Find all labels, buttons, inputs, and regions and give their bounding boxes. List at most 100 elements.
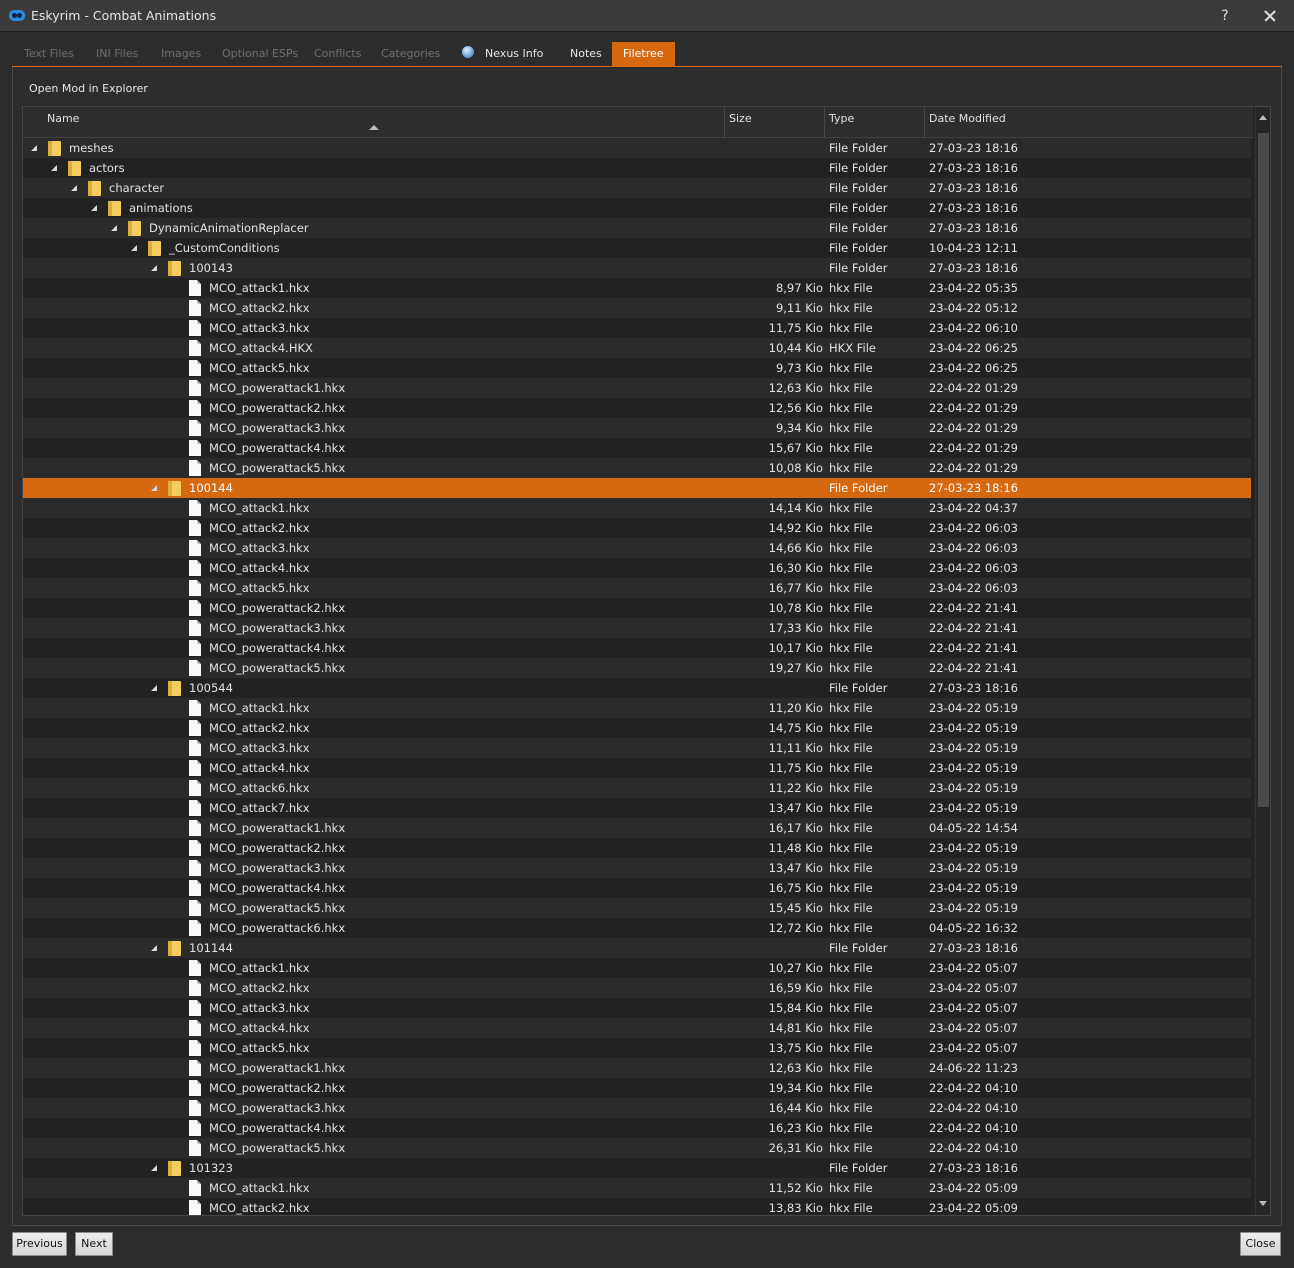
tree-row-file[interactable]: MCO_attack3.hkx 14,66 Kio hkx File 23-04-22… <box>23 538 1251 558</box>
tree-row-name: MCO_attack1.hkx <box>209 281 310 295</box>
tree-row-folder[interactable]: animations File Folder 27-03-23 18:16 <box>23 198 1251 218</box>
expand-arrow-icon[interactable] <box>151 685 157 691</box>
tree-row-folder[interactable]: 100544 File Folder 27-03-23 18:16 <box>23 678 1251 698</box>
tree-row-folder[interactable]: actors File Folder 27-03-23 18:16 <box>23 158 1251 178</box>
tree-row-folder[interactable]: DynamicAnimationReplacer File Folder 27-03… <box>23 218 1251 238</box>
tree-row-file[interactable]: MCO_attack2.hkx 9,11 Kio hkx File 23-04-22 … <box>23 298 1251 318</box>
tree-row-file[interactable]: MCO_attack4.hkx 16,30 Kio hkx File 23-04-22… <box>23 558 1251 578</box>
tree-row-folder[interactable]: meshes File Folder 27-03-23 18:16 <box>23 138 1251 158</box>
close-button[interactable]: Close <box>1240 1232 1281 1256</box>
tree-row-folder[interactable]: _CustomConditions File Folder 10-04-23 12:… <box>23 238 1251 258</box>
column-header-date[interactable]: Date Modified <box>925 107 1253 138</box>
scrollbar-thumb[interactable] <box>1258 133 1269 807</box>
tree-row-file[interactable]: MCO_attack3.hkx 11,75 Kio hkx File 23-04-22… <box>23 318 1251 338</box>
expand-arrow-icon[interactable] <box>151 945 157 951</box>
tree-row-name: MCO_powerattack1.hkx <box>209 381 346 395</box>
tree-row-file[interactable]: MCO_attack5.hkx 16,77 Kio hkx File 23-04-22… <box>23 578 1251 598</box>
next-button[interactable]: Next <box>75 1232 113 1256</box>
tree-row-file[interactable]: MCO_attack4.hkx 11,75 Kio hkx File 23-04-22… <box>23 758 1251 778</box>
tree-row-file[interactable]: MCO_powerattack4.hkx 15,67 Kio hkx File 22-… <box>23 438 1251 458</box>
tree-row-file[interactable]: MCO_attack2.hkx 16,59 Kio hkx File 23-04-22… <box>23 978 1251 998</box>
tree-row-file[interactable]: MCO_attack3.hkx 15,84 Kio hkx File 23-04-22… <box>23 998 1251 1018</box>
tree-row-type: hkx File <box>829 1061 873 1075</box>
file-icon <box>189 760 201 776</box>
tree-row-file[interactable]: MCO_attack2.hkx 14,75 Kio hkx File 23-04-22… <box>23 718 1251 738</box>
tree-row-file[interactable]: MCO_powerattack2.hkx 10,78 Kio hkx File 22-… <box>23 598 1251 618</box>
tree-row-file[interactable]: MCO_attack7.hkx 13,47 Kio hkx File 23-04-22… <box>23 798 1251 818</box>
tree-row-type: hkx File <box>829 661 873 675</box>
tree-row-folder[interactable]: 101323 File Folder 27-03-23 18:16 <box>23 1158 1251 1178</box>
tree-row-name: MCO_attack4.hkx <box>209 761 310 775</box>
tree-row-file[interactable]: MCO_attack1.hkx 11,20 Kio hkx File 23-04-22… <box>23 698 1251 718</box>
expand-arrow-icon[interactable] <box>51 165 57 171</box>
tab-nexus-info[interactable]: Nexus Info <box>451 42 554 66</box>
tree-row-file[interactable]: MCO_powerattack4.hkx 10,17 Kio hkx File 22-… <box>23 638 1251 658</box>
tab-conflicts[interactable]: Conflicts <box>303 42 372 66</box>
tree-row-folder[interactable]: 100144 File Folder 27-03-23 18:16 <box>23 478 1251 498</box>
file-icon <box>189 320 201 336</box>
tree-row-file[interactable]: MCO_powerattack6.hkx 12,72 Kio hkx File 04-… <box>23 918 1251 938</box>
column-header-size[interactable]: Size <box>725 107 825 138</box>
tree-row-file[interactable]: MCO_powerattack1.hkx 12,63 Kio hkx File 24-… <box>23 1058 1251 1078</box>
tree-row-file[interactable]: MCO_powerattack4.hkx 16,75 Kio hkx File 23-… <box>23 878 1251 898</box>
tree-row-file[interactable]: MCO_attack5.hkx 13,75 Kio hkx File 23-04-22… <box>23 1038 1251 1058</box>
expand-arrow-icon[interactable] <box>151 1165 157 1171</box>
tree-row-file[interactable]: MCO_powerattack3.hkx 17,33 Kio hkx File 22-… <box>23 618 1251 638</box>
expand-arrow-icon[interactable] <box>151 485 157 491</box>
tree-row-file[interactable]: MCO_powerattack1.hkx 16,17 Kio hkx File 04-… <box>23 818 1251 838</box>
tree-row-file[interactable]: MCO_powerattack5.hkx 26,31 Kio hkx File 22-… <box>23 1138 1251 1158</box>
tab-filetree[interactable]: Filetree <box>612 42 675 66</box>
tree-row-size: 13,75 Kio <box>768 1041 823 1055</box>
tree-row-file[interactable]: MCO_attack3.hkx 11,11 Kio hkx File 23-04-22… <box>23 738 1251 758</box>
scroll-up-icon[interactable] <box>1259 115 1267 120</box>
tree-row-folder[interactable]: character File Folder 27-03-23 18:16 <box>23 178 1251 198</box>
tree-row-file[interactable]: MCO_powerattack3.hkx 16,44 Kio hkx File 22-… <box>23 1098 1251 1118</box>
tree-row-file[interactable]: MCO_powerattack4.hkx 16,23 Kio hkx File 22-… <box>23 1118 1251 1138</box>
tab-categories[interactable]: Categories <box>370 42 451 66</box>
tab-optional-esps[interactable]: Optional ESPs <box>211 42 309 66</box>
tree-row-file[interactable]: MCO_powerattack3.hkx 9,34 Kio hkx File 22-0… <box>23 418 1251 438</box>
expand-arrow-icon[interactable] <box>151 265 157 271</box>
expand-arrow-icon[interactable] <box>91 205 97 211</box>
previous-button[interactable]: Previous <box>12 1232 67 1256</box>
tree-row-file[interactable]: MCO_powerattack2.hkx 12,56 Kio hkx File 22-… <box>23 398 1251 418</box>
tab-images[interactable]: Images <box>150 42 212 66</box>
tree-row-file[interactable]: MCO_powerattack2.hkx 19,34 Kio hkx File 22-… <box>23 1078 1251 1098</box>
tree-row-name: MCO_powerattack4.hkx <box>209 641 346 655</box>
tree-row-file[interactable]: MCO_powerattack5.hkx 19,27 Kio hkx File 22-… <box>23 658 1251 678</box>
expand-arrow-icon[interactable] <box>31 145 37 151</box>
tree-row-file[interactable]: MCO_powerattack2.hkx 11,48 Kio hkx File 23-… <box>23 838 1251 858</box>
tree-row-folder[interactable]: 101144 File Folder 27-03-23 18:16 <box>23 938 1251 958</box>
tab-notes[interactable]: Notes <box>559 42 613 66</box>
scroll-down-icon[interactable] <box>1259 1201 1267 1206</box>
tab-ini-files[interactable]: INI Files <box>85 42 149 66</box>
column-header-name[interactable]: Name <box>43 107 725 138</box>
tree-row-file[interactable]: MCO_attack1.hkx 10,27 Kio hkx File 23-04-22… <box>23 958 1251 978</box>
globe-icon <box>462 46 474 58</box>
folder-icon <box>168 681 181 696</box>
vertical-scrollbar[interactable] <box>1255 107 1270 1215</box>
tree-row-file[interactable]: MCO_powerattack5.hkx 15,45 Kio hkx File 23-… <box>23 898 1251 918</box>
tree-row-file[interactable]: MCO_powerattack3.hkx 13,47 Kio hkx File 23-… <box>23 858 1251 878</box>
tree-row-file[interactable]: MCO_attack1.hkx 11,52 Kio hkx File 23-04-22… <box>23 1178 1251 1198</box>
tree-row-file[interactable]: MCO_attack4.hkx 14,81 Kio hkx File 23-04-22… <box>23 1018 1251 1038</box>
expand-arrow-icon[interactable] <box>131 245 137 251</box>
tree-row-file[interactable]: MCO_powerattack5.hkx 10,08 Kio hkx File 22-… <box>23 458 1251 478</box>
tree-row-folder[interactable]: 100143 File Folder 27-03-23 18:16 <box>23 258 1251 278</box>
tree-row-file[interactable]: MCO_attack4.HKX 10,44 Kio HKX File 23-04-22… <box>23 338 1251 358</box>
expand-arrow-icon[interactable] <box>71 185 77 191</box>
tree-row-file[interactable]: MCO_attack2.hkx 13,83 Kio hkx File 23-04-22… <box>23 1198 1251 1215</box>
tree-row-date: 24-06-22 11:23 <box>929 1061 1018 1075</box>
tab-text-files[interactable]: Text Files <box>13 42 85 66</box>
tree-row-file[interactable]: MCO_attack5.hkx 9,73 Kio hkx File 23-04-22 … <box>23 358 1251 378</box>
help-button[interactable]: ? <box>1215 6 1235 26</box>
tree-row-file[interactable]: MCO_attack1.hkx 8,97 Kio hkx File 23-04-22 … <box>23 278 1251 298</box>
tree-row-file[interactable]: MCO_attack2.hkx 14,92 Kio hkx File 23-04-22… <box>23 518 1251 538</box>
tree-row-file[interactable]: MCO_attack6.hkx 11,22 Kio hkx File 23-04-22… <box>23 778 1251 798</box>
tree-row-file[interactable]: MCO_attack1.hkx 14,14 Kio hkx File 23-04-22… <box>23 498 1251 518</box>
close-window-icon[interactable] <box>1258 5 1282 27</box>
tree-row-file[interactable]: MCO_powerattack1.hkx 12,63 Kio hkx File 22-… <box>23 378 1251 398</box>
open-mod-in-explorer-button[interactable]: Open Mod in Explorer <box>29 82 148 95</box>
expand-arrow-icon[interactable] <box>111 225 117 231</box>
column-header-type[interactable]: Type <box>825 107 925 138</box>
